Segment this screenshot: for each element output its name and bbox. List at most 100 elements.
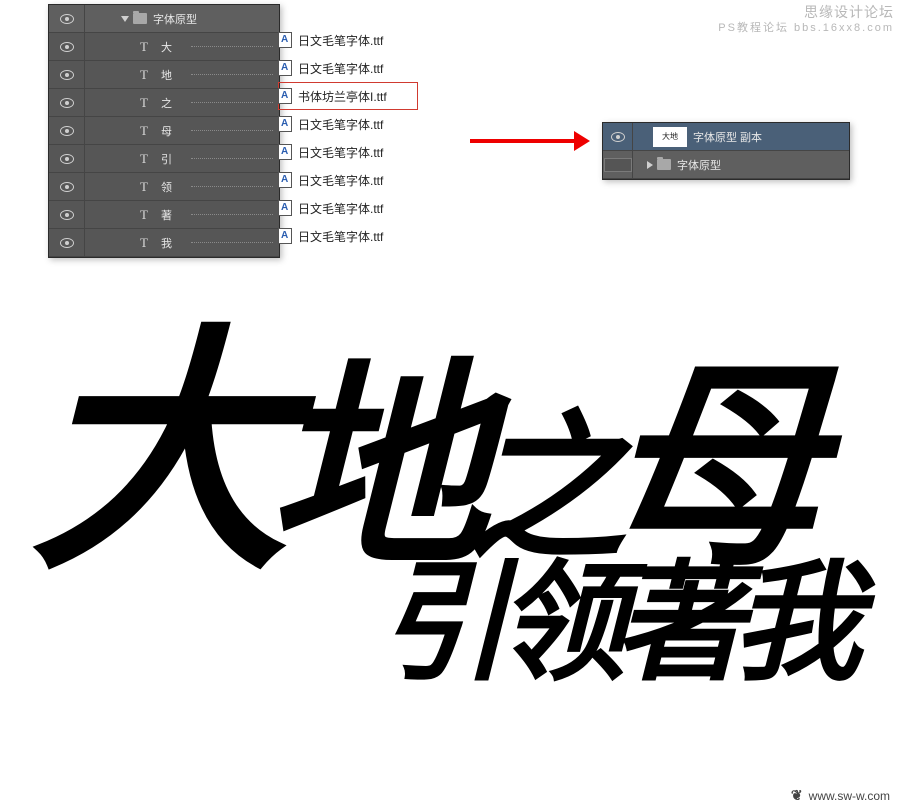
layer-name: 字体原型 副本 — [693, 129, 762, 145]
font-file-item[interactable]: 日文毛笔字体.ttf — [278, 222, 418, 250]
font-file-item[interactable]: 日文毛笔字体.ttf — [278, 138, 418, 166]
layer-row-dots — [191, 74, 273, 75]
font-file-name: 日文毛笔字体.ttf — [298, 228, 383, 245]
visibility-toggle[interactable] — [49, 5, 85, 32]
text-layer-icon: T — [137, 207, 151, 223]
watermark-top-right: 思缘设计论坛 PS教程论坛 bbs.16xx8.com — [718, 4, 894, 36]
layer-row[interactable]: T 大 — [49, 33, 279, 61]
font-file-name: 日文毛笔字体.ttf — [298, 60, 383, 77]
eye-icon — [60, 210, 74, 220]
text-layer-icon: T — [137, 95, 151, 111]
font-file-item[interactable]: 日文毛笔字体.ttf — [278, 194, 418, 222]
layer-row-dots — [191, 214, 273, 215]
layer-row-dots — [191, 102, 273, 103]
font-file-name: 日文毛笔字体.ttf — [298, 200, 383, 217]
layer-name: 之 — [161, 95, 191, 111]
layer-name: 地 — [161, 67, 191, 83]
layer-name: 大 — [161, 39, 191, 55]
visibility-toggle[interactable] — [49, 173, 85, 200]
layer-name: 字体原型 — [677, 157, 721, 173]
layer-row[interactable]: T 引 — [49, 145, 279, 173]
layer-group-row[interactable]: 字体原型 — [603, 151, 849, 179]
layer-row[interactable]: T 领 — [49, 173, 279, 201]
font-file-icon — [278, 144, 292, 160]
folder-open-icon — [133, 13, 147, 24]
font-file-item[interactable]: 日文毛笔字体.ttf — [278, 166, 418, 194]
layer-row[interactable]: T 之 — [49, 89, 279, 117]
font-file-icon — [278, 88, 292, 104]
font-file-icon — [278, 228, 292, 244]
font-file-icon — [278, 200, 292, 216]
font-file-item-selected[interactable]: 书体坊兰亭体I.ttf — [278, 82, 418, 110]
visibility-empty-icon — [604, 158, 632, 172]
text-layer-icon: T — [137, 151, 151, 167]
eye-icon — [60, 154, 74, 164]
text-layer-icon: T — [137, 123, 151, 139]
visibility-toggle[interactable] — [49, 229, 85, 256]
font-file-item[interactable]: 日文毛笔字体.ttf — [278, 110, 418, 138]
chevron-right-icon[interactable] — [647, 161, 653, 169]
layer-row-dots — [191, 46, 273, 47]
layer-row-smart-object[interactable]: 大地 字体原型 副本 — [603, 123, 849, 151]
visibility-toggle[interactable] — [49, 33, 85, 60]
eye-icon — [60, 70, 74, 80]
layer-row-dots — [191, 186, 273, 187]
font-file-icon — [278, 116, 292, 132]
visibility-toggle[interactable] — [49, 145, 85, 172]
eye-icon — [611, 132, 625, 142]
visibility-toggle[interactable] — [49, 89, 85, 116]
watermark-bottom-right: ❦ www.sw-w.com — [791, 787, 890, 804]
font-file-name: 日文毛笔字体.ttf — [298, 116, 383, 133]
text-layer-icon: T — [137, 235, 151, 251]
calligraphy-artwork: 大地之母 引领著我 — [30, 340, 890, 706]
watermark-url: www.sw-w.com — [809, 789, 890, 803]
eye-icon — [60, 42, 74, 52]
visibility-toggle[interactable] — [603, 151, 633, 178]
visibility-toggle[interactable] — [603, 123, 633, 150]
layer-group-row[interactable]: 字体原型 — [49, 5, 279, 33]
font-file-list: 日文毛笔字体.ttf 日文毛笔字体.ttf 书体坊兰亭体I.ttf 日文毛笔字体… — [278, 26, 418, 250]
visibility-toggle[interactable] — [49, 201, 85, 228]
visibility-toggle[interactable] — [49, 117, 85, 144]
watermark-line2: PS教程论坛 bbs.16xx8.com — [718, 20, 894, 36]
layer-row-dots — [191, 242, 273, 243]
text-layer-icon: T — [137, 67, 151, 83]
folder-icon — [657, 159, 671, 170]
layer-row[interactable]: T 母 — [49, 117, 279, 145]
font-file-icon — [278, 172, 292, 188]
layer-name: 母 — [161, 123, 191, 139]
layer-name: 著 — [161, 207, 191, 223]
layer-thumbnail: 大地 — [653, 127, 687, 147]
watermark-line1: 思缘设计论坛 — [718, 4, 894, 20]
layer-name: 引 — [161, 151, 191, 167]
font-file-icon — [278, 60, 292, 76]
visibility-toggle[interactable] — [49, 61, 85, 88]
layer-name: 我 — [161, 235, 191, 251]
layer-row[interactable]: T 地 — [49, 61, 279, 89]
layer-row[interactable]: T 著 — [49, 201, 279, 229]
font-file-name: 书体坊兰亭体I.ttf — [298, 88, 387, 105]
layer-row-dots — [191, 130, 273, 131]
chevron-down-icon[interactable] — [121, 16, 129, 22]
watermark-logo-icon: ❦ — [791, 787, 803, 804]
text-layer-icon: T — [137, 179, 151, 195]
eye-icon — [60, 98, 74, 108]
source-layers-panel: 字体原型 T 大 T 地 T 之 T 母 T 引 T 领 — [48, 4, 280, 258]
eye-icon — [60, 238, 74, 248]
eye-icon — [60, 14, 74, 24]
font-file-icon — [278, 32, 292, 48]
font-file-name: 日文毛笔字体.ttf — [298, 172, 383, 189]
arrow-icon — [470, 126, 590, 156]
layer-row[interactable]: T 我 — [49, 229, 279, 257]
font-file-item[interactable]: 日文毛笔字体.ttf — [278, 54, 418, 82]
font-file-name: 日文毛笔字体.ttf — [298, 144, 383, 161]
result-layers-panel: 大地 字体原型 副本 字体原型 — [602, 122, 850, 180]
group-name: 字体原型 — [153, 11, 197, 27]
text-layer-icon: T — [137, 39, 151, 55]
layer-name: 领 — [161, 179, 191, 195]
eye-icon — [60, 182, 74, 192]
layer-row-dots — [191, 158, 273, 159]
font-file-name: 日文毛笔字体.ttf — [298, 32, 383, 49]
eye-icon — [60, 126, 74, 136]
font-file-item[interactable]: 日文毛笔字体.ttf — [278, 26, 418, 54]
